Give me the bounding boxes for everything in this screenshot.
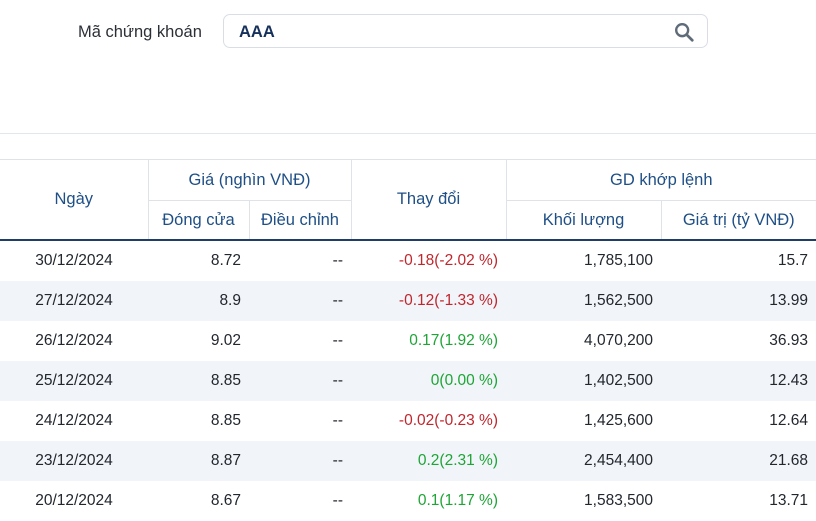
- header-volume: Khối lượng: [506, 200, 662, 241]
- cell-close: 8.9: [148, 281, 249, 321]
- cell-date: 24/12/2024: [35, 412, 113, 429]
- cell-volume: 1,583,500: [584, 492, 653, 509]
- table-row: 24/12/2024 8.85 -- -0.02(-0.23 %) 1,425,…: [0, 401, 816, 441]
- cell-change: 0(0.00 %): [351, 361, 506, 401]
- header-price-group: Giá (nghìn VNĐ): [148, 159, 352, 201]
- cell-volume: 1,425,600: [584, 412, 653, 429]
- cell-close: 9.02: [210, 332, 241, 349]
- cell-volume: 4,070,200: [584, 332, 653, 349]
- table-row: 23/12/2024 8.87 -- 0.2(2.31 %) 2,454,400…: [0, 441, 816, 481]
- header-close: Đóng cửa: [148, 200, 250, 241]
- cell-value: 36.93: [769, 332, 809, 349]
- header-date: Ngày: [0, 159, 149, 241]
- cell-date: 26/12/2024: [35, 332, 113, 349]
- cell-close: 8.72: [210, 252, 241, 269]
- cell-volume: 1,785,100: [584, 252, 653, 269]
- cell-value: 12.64: [769, 412, 809, 429]
- table-row: 27/12/2024 8.9 -- -0.12(-1.33 %) 1,562,5…: [0, 281, 816, 321]
- table-body: 30/12/2024 8.72 -- -0.18(-2.02 %) 1,785,…: [0, 240, 816, 521]
- cell-close: 8.85: [148, 361, 249, 401]
- header-matched-group: GD khớp lệnh: [506, 159, 816, 201]
- stock-search-row: Mã chứng khoán AAA: [0, 14, 816, 50]
- table-row: 26/12/2024 9.02 -- 0.17(1.92 %) 4,070,20…: [0, 321, 816, 361]
- table-row: 20/12/2024 8.67 -- 0.1(1.17 %) 1,583,500…: [0, 481, 816, 521]
- price-history-table: Ngày Giá (nghìn VNĐ) Thay đổi GD khớp lệ…: [0, 159, 816, 521]
- cell-value: 15.7: [777, 252, 809, 269]
- cell-change: -0.18(-2.02 %): [398, 252, 498, 269]
- cell-adjusted: --: [249, 361, 351, 401]
- search-icon[interactable]: [673, 21, 695, 43]
- cell-adjusted: --: [332, 412, 343, 429]
- cell-change: 0.1(1.17 %): [417, 492, 498, 509]
- cell-change: -0.12(-1.33 %): [351, 281, 506, 321]
- cell-adjusted: --: [249, 441, 351, 481]
- table-row: 30/12/2024 8.72 -- -0.18(-2.02 %) 1,785,…: [0, 240, 816, 281]
- cell-change: 0.17(1.92 %): [409, 332, 498, 349]
- search-input[interactable]: AAA: [223, 14, 708, 48]
- cell-close: 8.67: [210, 492, 241, 509]
- cell-adjusted: --: [249, 281, 351, 321]
- cell-volume: 1,402,500: [506, 361, 661, 401]
- cell-adjusted: --: [332, 252, 343, 269]
- cell-volume: 1,562,500: [506, 281, 661, 321]
- header-change: Thay đổi: [351, 159, 507, 241]
- section-divider: [0, 133, 816, 134]
- cell-value: 12.43: [661, 361, 816, 401]
- cell-adjusted: --: [332, 492, 343, 509]
- cell-close: 8.85: [210, 412, 241, 429]
- search-input-value[interactable]: AAA: [239, 23, 275, 42]
- cell-adjusted: --: [332, 332, 343, 349]
- cell-volume: 2,454,400: [506, 441, 661, 481]
- header-value: Giá trị (tỷ VNĐ): [661, 200, 816, 241]
- header-adjusted: Điều chỉnh: [249, 200, 352, 241]
- table-row: 25/12/2024 8.85 -- 0(0.00 %) 1,402,500 1…: [0, 361, 816, 401]
- cell-close: 8.87: [148, 441, 249, 481]
- cell-value: 13.99: [661, 281, 816, 321]
- cell-value: 13.71: [769, 492, 809, 509]
- cell-date: 20/12/2024: [35, 492, 113, 509]
- cell-value: 21.68: [661, 441, 816, 481]
- cell-date: 27/12/2024: [0, 281, 148, 321]
- cell-date: 25/12/2024: [0, 361, 148, 401]
- cell-change: 0.2(2.31 %): [351, 441, 506, 481]
- cell-change: -0.02(-0.23 %): [398, 412, 498, 429]
- search-label: Mã chứng khoán: [78, 23, 202, 41]
- cell-date: 30/12/2024: [35, 252, 113, 269]
- cell-date: 23/12/2024: [0, 441, 148, 481]
